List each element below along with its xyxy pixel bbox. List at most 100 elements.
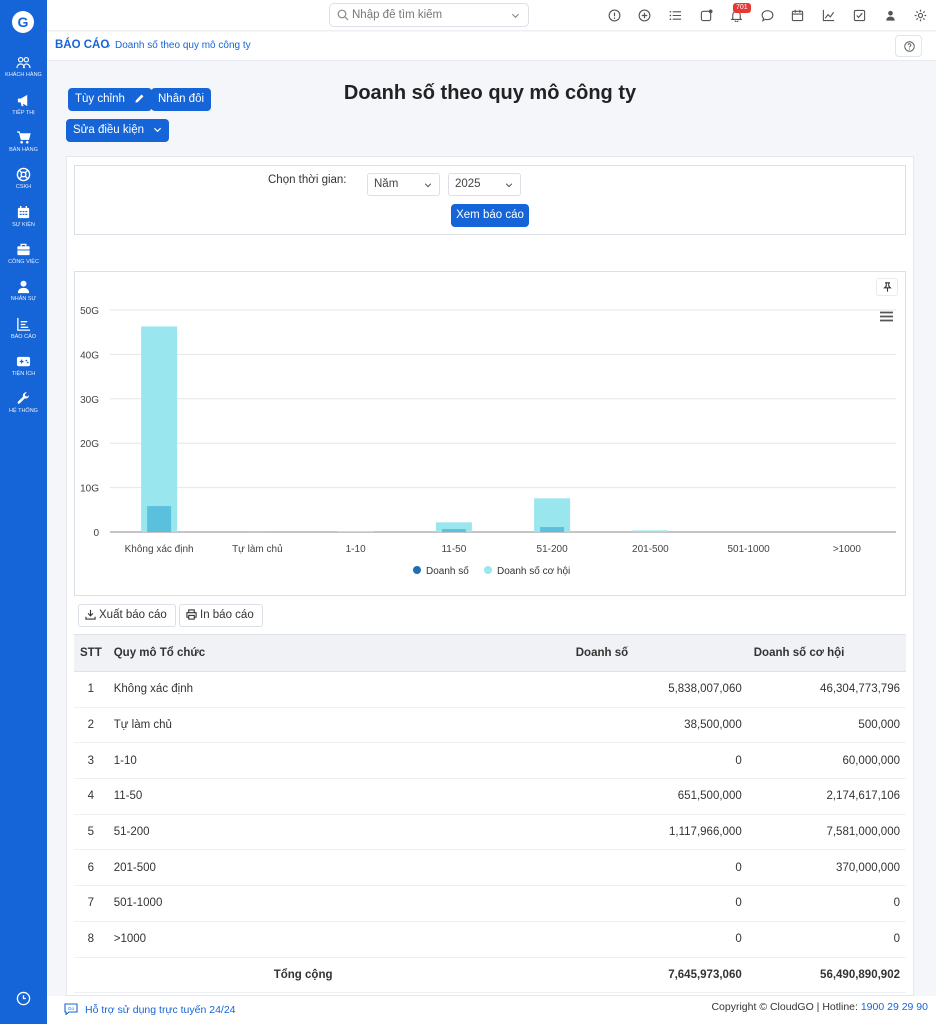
user-icon[interactable] — [884, 9, 897, 22]
table-row: 6 201-500 0 370,000,000 — [74, 850, 906, 886]
chevron-down-icon — [154, 128, 162, 133]
breadcrumb-root[interactable]: BÁO CÁO — [55, 39, 109, 51]
sidebar-item-cskh[interactable]: CSKH — [0, 167, 47, 190]
cell-stt: 4 — [87, 790, 95, 803]
cell-revenue: 0 — [735, 754, 742, 767]
sidebar-item-system[interactable]: Hệ thống — [0, 391, 47, 414]
cell-opportunity: 370,000,000 — [836, 861, 900, 874]
cell-revenue: 651,500,000 — [677, 790, 742, 803]
bar-revenue — [147, 506, 172, 532]
person-icon — [17, 280, 30, 294]
chat-icon[interactable] — [761, 9, 774, 22]
clock-icon[interactable] — [16, 991, 31, 1006]
svg-text:Go: Go — [68, 1006, 75, 1011]
sidebar-item-label: Bán hàng — [9, 147, 38, 153]
sidebar-item-label: Khách hàng — [5, 72, 42, 78]
y-tick-label: 20G — [80, 439, 99, 450]
cell-opportunity: 2,174,617,106 — [826, 790, 900, 803]
cell-opportunity: 46,304,773,796 — [820, 683, 900, 696]
cell-stt: 7 — [87, 897, 95, 910]
table-header-row: STT Quy mô Tổ chức Doanh số Doanh số cơ … — [74, 634, 906, 672]
breadcrumb: BÁO CÁO › Doanh số theo quy mô công ty — [47, 32, 936, 61]
search-icon — [337, 9, 349, 21]
y-tick-label: 40G — [80, 350, 99, 361]
print-report-button[interactable]: In báo cáo — [179, 604, 263, 627]
help-icon — [904, 41, 915, 52]
cell-stt: 1 — [87, 683, 95, 696]
sidebar-item-customers[interactable]: Khách hàng — [0, 55, 47, 78]
pin-icon — [883, 282, 892, 292]
sidebar-item-label: CSKH — [15, 184, 32, 190]
help-button[interactable] — [895, 35, 922, 57]
cell-stt: 8 — [87, 933, 95, 946]
cell-revenue: 0 — [735, 861, 742, 874]
cell-revenue: 1,117,966,000 — [669, 826, 742, 839]
cell-opportunity: 0 — [893, 897, 900, 910]
briefcase-icon — [17, 243, 30, 256]
pin-chart-button[interactable] — [876, 278, 898, 296]
view-report-button[interactable]: Xem báo cáo — [451, 204, 529, 227]
support-icon — [16, 167, 31, 182]
cell-stt: 5 — [87, 826, 95, 839]
customize-button[interactable]: Tùy chỉnh — [68, 88, 153, 111]
support-text: Hỗ trợ sử dụng trực tuyến 24/24 — [85, 1004, 236, 1016]
col-header-stt[interactable]: STT — [74, 634, 108, 672]
sidebar-item-marketing[interactable]: Tiếp thị — [0, 93, 47, 116]
sidebar-item-utilities[interactable]: Tiện ích — [0, 354, 47, 377]
cell-org-size: 51-200 — [113, 826, 150, 839]
app-logo[interactable]: G — [12, 11, 34, 33]
cell-revenue: 0 — [735, 933, 742, 946]
period-select[interactable]: Năm — [367, 173, 440, 196]
gear-icon[interactable] — [914, 9, 927, 22]
sidebar-item-tasks[interactable]: Công việc — [0, 242, 47, 265]
col-header-revenue[interactable]: Doanh số — [557, 634, 748, 672]
total-label: Tổng cộng — [273, 968, 333, 981]
sidebar-item-events[interactable]: Sự kiện — [0, 205, 47, 228]
copyright: Copyright © CloudGO | Hotline: 1900 29 2… — [711, 1001, 928, 1013]
add-icon[interactable] — [638, 9, 651, 22]
online-support-link[interactable]: Go Hỗ trợ sử dụng trực tuyến 24/24 — [63, 1003, 236, 1016]
cell-stt: 6 — [87, 861, 95, 874]
col-header-opportunity[interactable]: Doanh số cơ hội — [747, 634, 906, 672]
year-select[interactable]: 2025 — [448, 173, 521, 196]
y-tick-label: 30G — [80, 395, 99, 406]
sidebar-item-sales[interactable]: Bán hàng — [0, 130, 47, 153]
col-header-org-size[interactable]: Quy mô Tổ chức — [107, 634, 558, 672]
cell-stt: 3 — [87, 754, 95, 767]
task-icon[interactable] — [700, 9, 713, 22]
sidebar-item-hr[interactable]: Nhân sự — [0, 279, 47, 302]
chart-menu-icon[interactable] — [880, 311, 893, 322]
checkbox-icon[interactable] — [853, 9, 866, 22]
period-value: Năm — [374, 178, 399, 190]
y-tick-label: 0 — [93, 528, 99, 539]
edit-conditions-button[interactable]: Sửa điều kiện — [66, 119, 170, 142]
report-table: STT Quy mô Tổ chức Doanh số Doanh số cơ … — [74, 634, 906, 993]
search-input[interactable] — [352, 7, 502, 23]
breadcrumb-current: Doanh số theo quy mô công ty — [115, 40, 251, 51]
chevron-down-icon[interactable] — [511, 11, 520, 20]
x-tick-label: 1-10 — [346, 544, 366, 555]
copyright-text: Copyright © CloudGO — [711, 1001, 814, 1013]
alert-icon[interactable] — [608, 9, 621, 22]
duplicate-button[interactable]: Nhân đôi — [151, 88, 212, 111]
download-icon — [85, 609, 96, 620]
customize-label: Tùy chỉnh — [75, 93, 125, 105]
calendar-icon[interactable] — [791, 9, 804, 22]
global-search[interactable] — [329, 3, 529, 27]
edit-conditions-label: Sửa điều kiện — [73, 124, 144, 136]
breadcrumb-separator: › — [107, 40, 111, 51]
table-row: 5 51-200 1,117,966,000 7,581,000,000 — [74, 814, 906, 850]
cell-stt: 2 — [87, 719, 95, 732]
bar-revenue — [441, 529, 466, 532]
list-icon[interactable] — [669, 9, 682, 22]
utilities-icon — [16, 356, 31, 367]
cell-revenue: 38,500,000 — [684, 719, 742, 732]
hotline-number[interactable]: 1900 29 29 90 — [861, 1001, 928, 1013]
duplicate-label: Nhân đôi — [158, 93, 205, 105]
export-report-button[interactable]: Xuất báo cáo — [78, 604, 176, 627]
sidebar-item-reports[interactable]: Báo cáo — [0, 317, 47, 340]
year-value: 2025 — [455, 178, 481, 190]
chart-line-icon[interactable] — [822, 9, 835, 22]
table-row: 1 Không xác định 5,838,007,060 46,304,773,7… — [74, 672, 906, 708]
printer-icon — [186, 609, 197, 620]
